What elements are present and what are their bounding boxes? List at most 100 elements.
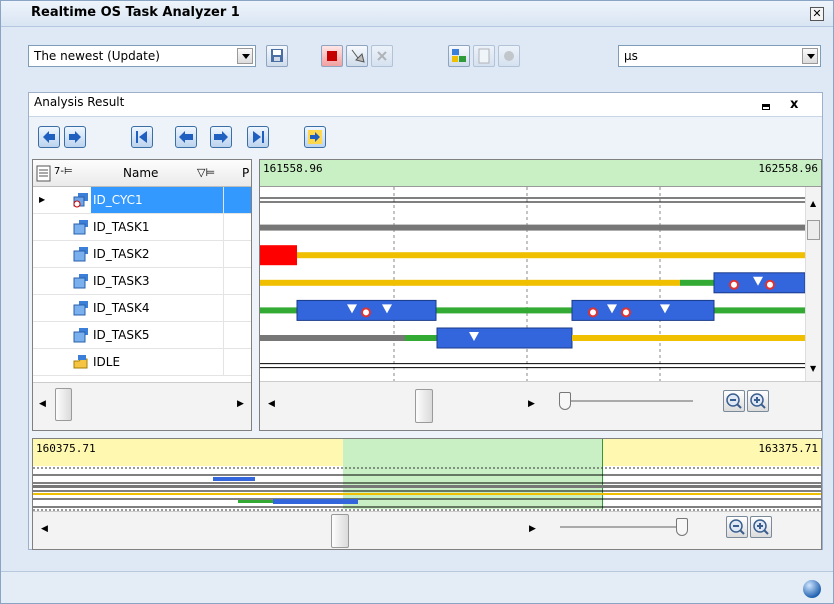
scroll-thumb[interactable] [807,220,820,240]
task-icon [72,327,90,343]
overview-tracks [33,467,821,511]
task-name: ID_TASK1 [93,220,150,234]
scroll-left-icon[interactable]: ◀ [41,524,48,534]
forward-button[interactable] [64,126,86,148]
scroll-left-icon[interactable]: ◀ [268,399,275,409]
document-icon [478,48,490,64]
analyzer-window: Realtime OS Task Analyzer 1 ✕ The newest… [0,0,834,604]
idle-icon [72,354,90,370]
analysis-result-panel: Analysis Result x 7-⊨ Name ▽⊨ P ▶ ID_CYC… [28,92,823,550]
go-last-button[interactable] [247,126,269,148]
overview-chart[interactable]: 160375.71 163375.71 ◀ ▶ [32,438,822,550]
zoom-out-button[interactable] [723,390,745,412]
scroll-down-icon[interactable]: ▼ [810,364,816,373]
task-row[interactable]: ID_TASK1 [33,214,251,241]
timeline-ruler: 161558.96 162558.96 [260,160,821,187]
chart-horizontal-scrollbar[interactable]: ◀ ▶ [260,381,821,430]
save-button[interactable] [266,45,288,67]
zoom-in-button[interactable] [747,390,769,412]
column-settings-icon[interactable] [36,165,52,183]
scroll-right-icon[interactable]: ▶ [528,399,535,409]
task-icon [72,273,90,289]
task-name: ID_TASK5 [93,328,150,342]
task-name: ID_TASK4 [93,301,150,315]
zoom-slider-thumb[interactable] [676,518,688,536]
ready-segment [297,252,805,259]
chart-vertical-scrollbar[interactable]: ▲ ▼ [805,187,821,381]
zoom-slider-track[interactable] [563,400,693,402]
task-name: ID_CYC1 [93,193,143,207]
filter-icon[interactable]: ▽⊨ [197,166,215,179]
interrupt-segment [260,245,297,266]
record-icon [327,51,337,61]
clear-button[interactable] [346,45,368,67]
sync-icon [308,130,322,144]
record-button[interactable] [321,45,343,67]
column-p-header[interactable]: P [242,166,249,180]
suspended-segment [260,335,405,341]
skip-first-icon [136,131,147,143]
zoom-slider-thumb[interactable] [559,392,571,410]
column-divider [223,268,224,294]
scroll-thumb[interactable] [55,388,72,421]
minimize-icon[interactable] [762,104,770,110]
scroll-left-icon[interactable]: ◀ [39,399,46,409]
event-marker-icon [621,307,631,318]
overview-ruler: 160375.71 163375.71 [33,439,821,509]
sync-button[interactable] [304,126,326,148]
scroll-up-icon[interactable]: ▲ [810,199,816,208]
scroll-thumb[interactable] [331,514,349,548]
next-button[interactable] [210,126,232,148]
go-first-button[interactable] [131,126,153,148]
column-name-header[interactable]: Name [123,166,158,180]
unit-select[interactable]: μs [618,45,821,67]
task-row[interactable]: ▶ ID_CYC1 [33,187,251,214]
back-button[interactable] [38,126,60,148]
scroll-thumb[interactable] [415,389,433,423]
zoom-in-button[interactable] [750,516,772,538]
overview-segment [213,477,255,481]
unit-select-value: μs [624,49,638,63]
task-icon [72,246,90,262]
list-horizontal-scrollbar[interactable]: ◀ ▶ [33,382,251,430]
column-divider [223,187,224,213]
scroll-right-icon[interactable]: ▶ [237,399,244,409]
task-row[interactable]: IDLE [33,349,251,376]
chevron-down-icon[interactable] [802,48,818,64]
close-icon[interactable]: x [790,97,798,112]
document-button[interactable] [473,45,495,67]
column-divider [223,214,224,240]
title-bar: Realtime OS Task Analyzer 1 ✕ [1,1,833,27]
task-row[interactable]: ID_TASK4 [33,295,251,322]
forward-arrow-icon [69,131,81,143]
ready-segment [572,335,805,341]
task-row[interactable]: ID_TASK5 [33,322,251,349]
stop-button[interactable] [371,45,393,67]
previous-button[interactable] [175,126,197,148]
task-list-header: 7-⊨ Name ▽⊨ P [33,160,251,187]
pin-icon[interactable]: 7-⊨ [54,166,73,177]
column-divider [223,322,224,348]
mode-select[interactable]: The newest (Update) [28,45,256,67]
event-marker-icon [765,279,775,290]
suspended-segment [260,224,805,231]
arrow-right-icon [214,131,228,143]
properties-button[interactable] [498,45,520,67]
task-tracks[interactable] [260,187,805,381]
zoom-slider-track[interactable] [560,526,685,528]
close-window-button[interactable]: ✕ [810,7,824,21]
zoom-out-button[interactable] [726,516,748,538]
back-arrow-icon [43,131,55,143]
timeline-chart[interactable]: 161558.96 162558.96 ▲ ▼ ◀ ▶ [259,159,822,431]
task-list: 7-⊨ Name ▽⊨ P ▶ ID_CYC1 ID_TASK1 ID_TASK2 ID… [32,159,252,431]
waiting-segment [680,279,714,286]
task-row[interactable]: ID_TASK2 [33,241,251,268]
chevron-down-icon[interactable] [237,48,253,64]
arrow-left-icon [179,131,193,143]
task-icon [72,219,90,235]
layout-button[interactable] [448,45,470,67]
scroll-right-icon[interactable]: ▶ [529,524,536,534]
overview-horizontal-scrollbar[interactable]: ◀ ▶ [33,511,821,549]
task-row[interactable]: ID_TASK3 [33,268,251,295]
save-icon [271,49,283,62]
